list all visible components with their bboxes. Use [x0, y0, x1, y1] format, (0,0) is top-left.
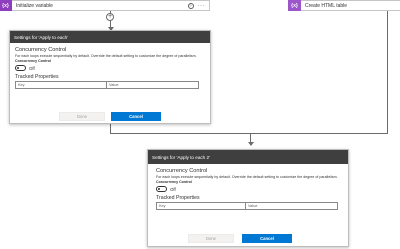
cancel-button[interactable]: Cancel [111, 112, 161, 121]
action-title: Initialize variable [16, 2, 53, 9]
panel-header: Settings for 'Apply to each' [10, 31, 210, 43]
value-input[interactable]: Value [107, 81, 199, 90]
action-create-html-table[interactable]: {x} Create HTML table [288, 0, 400, 11]
help-icon[interactable]: ? [187, 2, 194, 9]
toggle-state-label: Off [170, 186, 176, 192]
settings-panel-apply-to-each-2: Settings for 'Apply to each 2' Concurren… [147, 149, 349, 247]
connector-line-horizontal [110, 133, 388, 134]
key-input[interactable]: Key [15, 81, 107, 90]
toggle-state-label: Off [29, 65, 35, 71]
arrow-down-icon [247, 142, 254, 146]
tracked-properties-title: Tracked Properties [156, 195, 200, 202]
value-input[interactable]: Value [246, 202, 338, 211]
more-options-icon[interactable]: ··· [198, 3, 206, 9]
concurrency-description: For each loops execute sequentially by d… [15, 54, 197, 58]
concurrency-toggle[interactable] [156, 186, 167, 193]
add-step-button[interactable]: + [106, 13, 114, 21]
panel-header: Settings for 'Apply to each 2' [148, 150, 348, 164]
done-button[interactable]: Done [188, 234, 234, 243]
settings-panel-apply-to-each: Settings for 'Apply to each' Concurrency… [9, 30, 211, 124]
connector-line-right-vertical [387, 11, 388, 133]
concurrency-title: Concurrency Control [156, 168, 208, 174]
variable-icon: {x} [0, 0, 12, 11]
concurrency-toggle[interactable] [15, 65, 26, 72]
action-title: Create HTML table [305, 2, 348, 9]
concurrency-label: Concurrency Control [156, 180, 192, 185]
concurrency-label: Concurrency Control [15, 59, 51, 64]
action-initialize-variable[interactable]: {x} Initialize variable ? ··· [0, 0, 210, 11]
done-button[interactable]: Done [59, 112, 105, 121]
concurrency-title: Concurrency Control [15, 47, 67, 53]
concurrency-description: For each loops execute sequentially by d… [156, 175, 338, 179]
tracked-properties-title: Tracked Properties [15, 74, 59, 81]
cancel-button[interactable]: Cancel [242, 234, 292, 243]
data-operation-icon: {x} [288, 0, 301, 11]
key-input[interactable]: Key [156, 202, 246, 211]
